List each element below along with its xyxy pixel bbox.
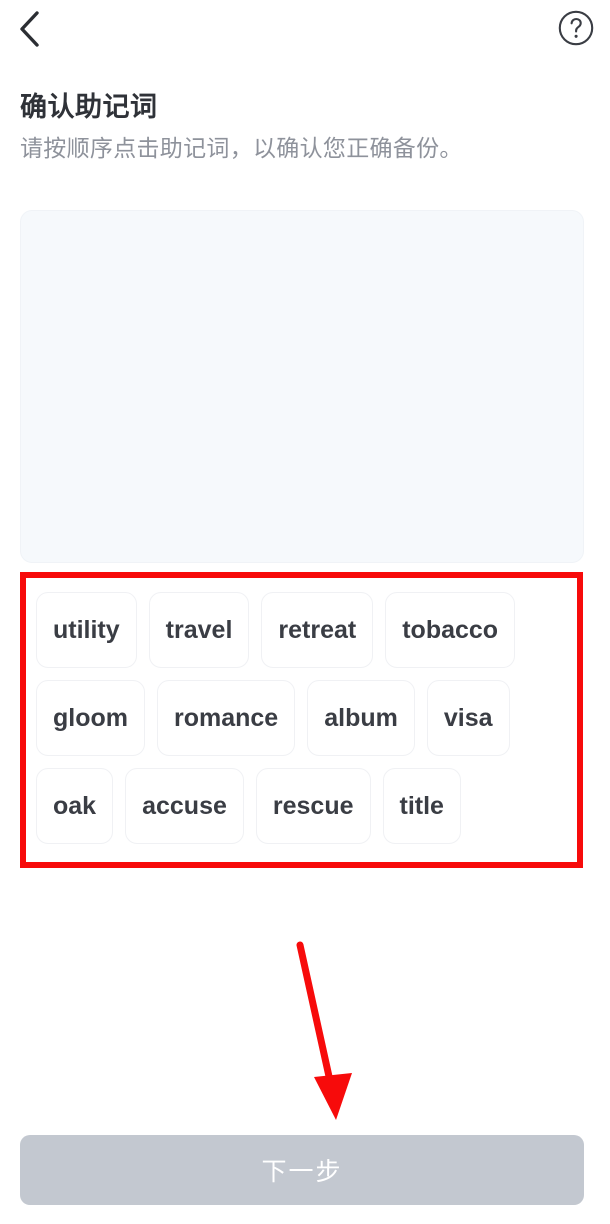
word-chip[interactable]: visa [426, 680, 510, 756]
top-bar [0, 0, 610, 62]
next-button[interactable]: 下一步 [20, 1135, 584, 1205]
word-chip[interactable]: album [307, 680, 415, 756]
word-chip[interactable]: tobacco [385, 592, 516, 668]
word-chip[interactable]: utility [36, 592, 137, 668]
help-button[interactable] [554, 8, 598, 52]
page-subtitle: 请按顺序点击助记词，以确认您正确备份。 [20, 135, 463, 161]
word-chip[interactable]: title [382, 768, 461, 844]
word-chip[interactable]: oak [36, 768, 114, 844]
word-chip[interactable]: retreat [261, 592, 374, 668]
question-circle-icon [557, 9, 595, 52]
word-bank-highlight-box: utility travel retreat tobacco gloom rom… [20, 572, 583, 868]
page-title: 确认助记词 [20, 92, 158, 122]
selected-words-panel[interactable] [20, 210, 584, 563]
back-button[interactable] [6, 6, 52, 52]
word-row: gloom romance album visa [36, 680, 567, 756]
word-chip[interactable]: accuse [125, 768, 244, 844]
word-chip[interactable]: travel [148, 592, 250, 668]
chevron-left-icon [16, 9, 42, 49]
word-chip[interactable]: rescue [255, 768, 371, 844]
word-row: oak accuse rescue title [36, 768, 567, 844]
word-chip[interactable]: romance [157, 680, 296, 756]
word-chip[interactable]: gloom [36, 680, 145, 756]
word-bank: utility travel retreat tobacco gloom rom… [26, 578, 577, 854]
word-row: utility travel retreat tobacco [36, 592, 567, 668]
